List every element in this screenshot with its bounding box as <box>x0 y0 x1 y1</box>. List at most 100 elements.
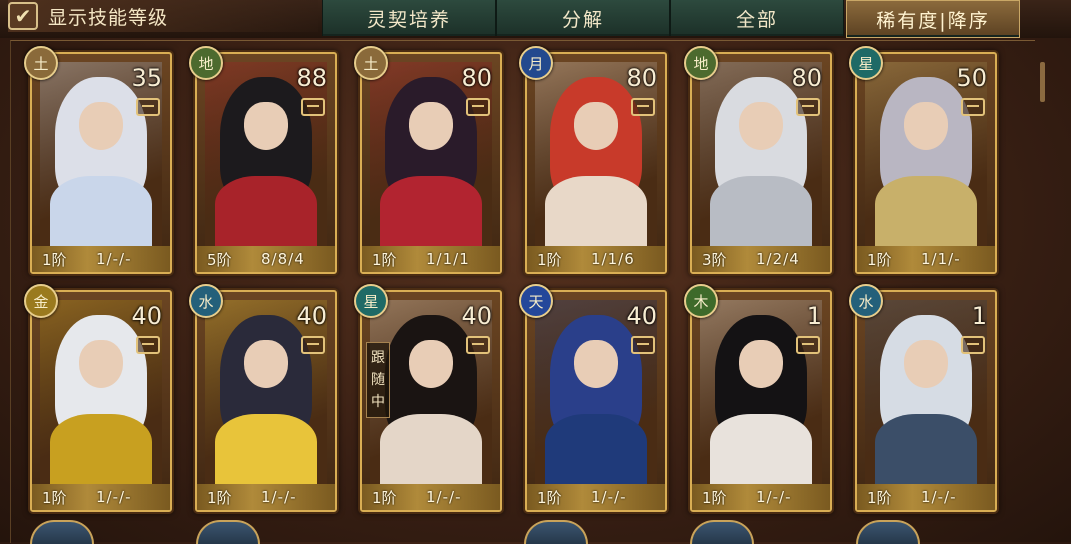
element-badge-icon: 天 <box>519 284 553 318</box>
portrait-face <box>904 340 948 389</box>
portrait-robe <box>874 176 978 246</box>
grade-text: 3阶 <box>702 250 727 269</box>
grade-text: 1阶 <box>867 250 892 269</box>
grade-text: 1阶 <box>867 488 892 507</box>
shikigami-card[interactable]: 50 1阶 1/1/- <box>855 52 997 274</box>
lock-icon[interactable] <box>301 98 325 116</box>
skill-levels-text: 1/-/- <box>261 488 297 506</box>
portrait-face <box>739 340 783 389</box>
portrait-robe <box>544 176 648 246</box>
portrait-face <box>739 102 783 151</box>
show-skill-level-label: 显示技能等级 <box>48 6 169 29</box>
level-text: 35 <box>131 64 162 92</box>
level-text: 40 <box>626 302 657 330</box>
lock-icon[interactable] <box>796 98 820 116</box>
element-badge-icon: 地 <box>189 46 223 80</box>
lock-icon[interactable] <box>796 336 820 354</box>
shikigami-card[interactable]: 40 1阶 1/-/- <box>525 290 667 512</box>
grade-text: 1阶 <box>702 488 727 507</box>
grade-text: 1阶 <box>372 250 397 269</box>
card-footer: 1阶 1/-/- <box>32 246 170 272</box>
portrait-face <box>409 340 453 389</box>
lock-icon[interactable] <box>961 98 985 116</box>
shikigami-card[interactable]: 80 1阶 1/1/6 <box>525 52 667 274</box>
skill-levels-text: 1/-/- <box>921 488 957 506</box>
level-text: 40 <box>461 302 492 330</box>
lock-icon[interactable] <box>631 98 655 116</box>
card-footer: 1阶 1/-/- <box>527 484 665 510</box>
grade-text: 1阶 <box>537 250 562 269</box>
level-text: 40 <box>131 302 162 330</box>
grade-text: 1阶 <box>42 488 67 507</box>
skill-levels-text: 1/-/- <box>96 488 132 506</box>
skill-levels-text: 1/1/- <box>921 250 961 268</box>
level-text: 40 <box>296 302 327 330</box>
card-footer: 1阶 1/1/1 <box>362 246 500 272</box>
portrait-face <box>409 102 453 151</box>
shikigami-card[interactable]: 1 1阶 1/-/- <box>855 290 997 512</box>
shikigami-portrait <box>865 300 987 484</box>
lock-icon[interactable] <box>466 98 490 116</box>
grade-text: 1阶 <box>42 250 67 269</box>
grade-text: 1阶 <box>372 488 397 507</box>
portrait-face <box>79 102 123 151</box>
shikigami-card[interactable]: 40 1阶 1/-/- <box>195 290 337 512</box>
checkmark-icon[interactable]: ✔ <box>8 2 38 30</box>
skill-levels-text: 1/-/- <box>426 488 462 506</box>
skill-levels-text: 1/1/1 <box>426 250 470 268</box>
lock-icon[interactable] <box>136 98 160 116</box>
level-text: 80 <box>626 64 657 92</box>
sort-rarity-descending-button[interactable]: 稀有度|降序 <box>846 0 1020 38</box>
portrait-face <box>79 340 123 389</box>
portrait-robe <box>214 414 318 484</box>
shikigami-portrait <box>700 300 822 484</box>
grade-text: 1阶 <box>537 488 562 507</box>
tab-spirit-contract-cultivate[interactable]: 灵契培养 <box>322 0 496 36</box>
lock-icon[interactable] <box>631 336 655 354</box>
portrait-face <box>244 340 288 389</box>
element-badge-icon: 土 <box>354 46 388 80</box>
portrait-robe <box>379 176 483 246</box>
tab-decompose[interactable]: 分解 <box>496 0 670 36</box>
portrait-robe <box>214 176 318 246</box>
element-badge-icon: 水 <box>189 284 223 318</box>
card-footer: 1阶 1/-/- <box>857 484 995 510</box>
lock-icon[interactable] <box>136 336 160 354</box>
skill-levels-text: 1/2/4 <box>756 250 800 268</box>
level-text: 50 <box>956 64 987 92</box>
level-text: 1 <box>971 302 987 330</box>
tab-all[interactable]: 全部 <box>670 0 844 36</box>
skill-levels-text: 8/8/4 <box>261 250 305 268</box>
skill-levels-text: 1/-/- <box>591 488 627 506</box>
shikigami-card[interactable]: 88 5阶 8/8/4 <box>195 52 337 274</box>
show-skill-level-toggle[interactable]: ✔ 显示技能等级 <box>8 0 318 32</box>
element-badge-icon: 水 <box>849 284 883 318</box>
element-badge-icon: 土 <box>24 46 58 80</box>
element-badge-icon: 金 <box>24 284 58 318</box>
element-badge-icon: 木 <box>684 284 718 318</box>
scrollbar[interactable] <box>1040 62 1045 102</box>
portrait-face <box>904 102 948 151</box>
shikigami-card[interactable]: 80 3阶 1/2/4 <box>690 52 832 274</box>
card-footer: 1阶 1/1/6 <box>527 246 665 272</box>
portrait-face <box>574 102 618 151</box>
card-footer: 3阶 1/2/4 <box>692 246 830 272</box>
shikigami-card[interactable]: 35 1阶 1/-/- <box>30 52 172 274</box>
shikigami-card[interactable]: 1 1阶 1/-/- <box>690 290 832 512</box>
shikigami-card[interactable]: 80 1阶 1/1/1 <box>360 52 502 274</box>
card-footer: 1阶 1/-/- <box>692 484 830 510</box>
lock-icon[interactable] <box>301 336 325 354</box>
portrait-robe <box>544 414 648 484</box>
lock-icon[interactable] <box>961 336 985 354</box>
element-badge-icon: 星 <box>849 46 883 80</box>
card-footer: 1阶 1/-/- <box>197 484 335 510</box>
skill-levels-text: 1/1/6 <box>591 250 635 268</box>
portrait-robe <box>379 414 483 484</box>
portrait-robe <box>709 176 813 246</box>
shikigami-card[interactable]: 40 1阶 1/-/- <box>30 290 172 512</box>
grade-text: 1阶 <box>207 488 232 507</box>
portrait-face <box>574 340 618 389</box>
skill-levels-text: 1/-/- <box>96 250 132 268</box>
shikigami-card[interactable]: 40 1阶 1/-/- 跟随中 <box>360 290 502 512</box>
lock-icon[interactable] <box>466 336 490 354</box>
